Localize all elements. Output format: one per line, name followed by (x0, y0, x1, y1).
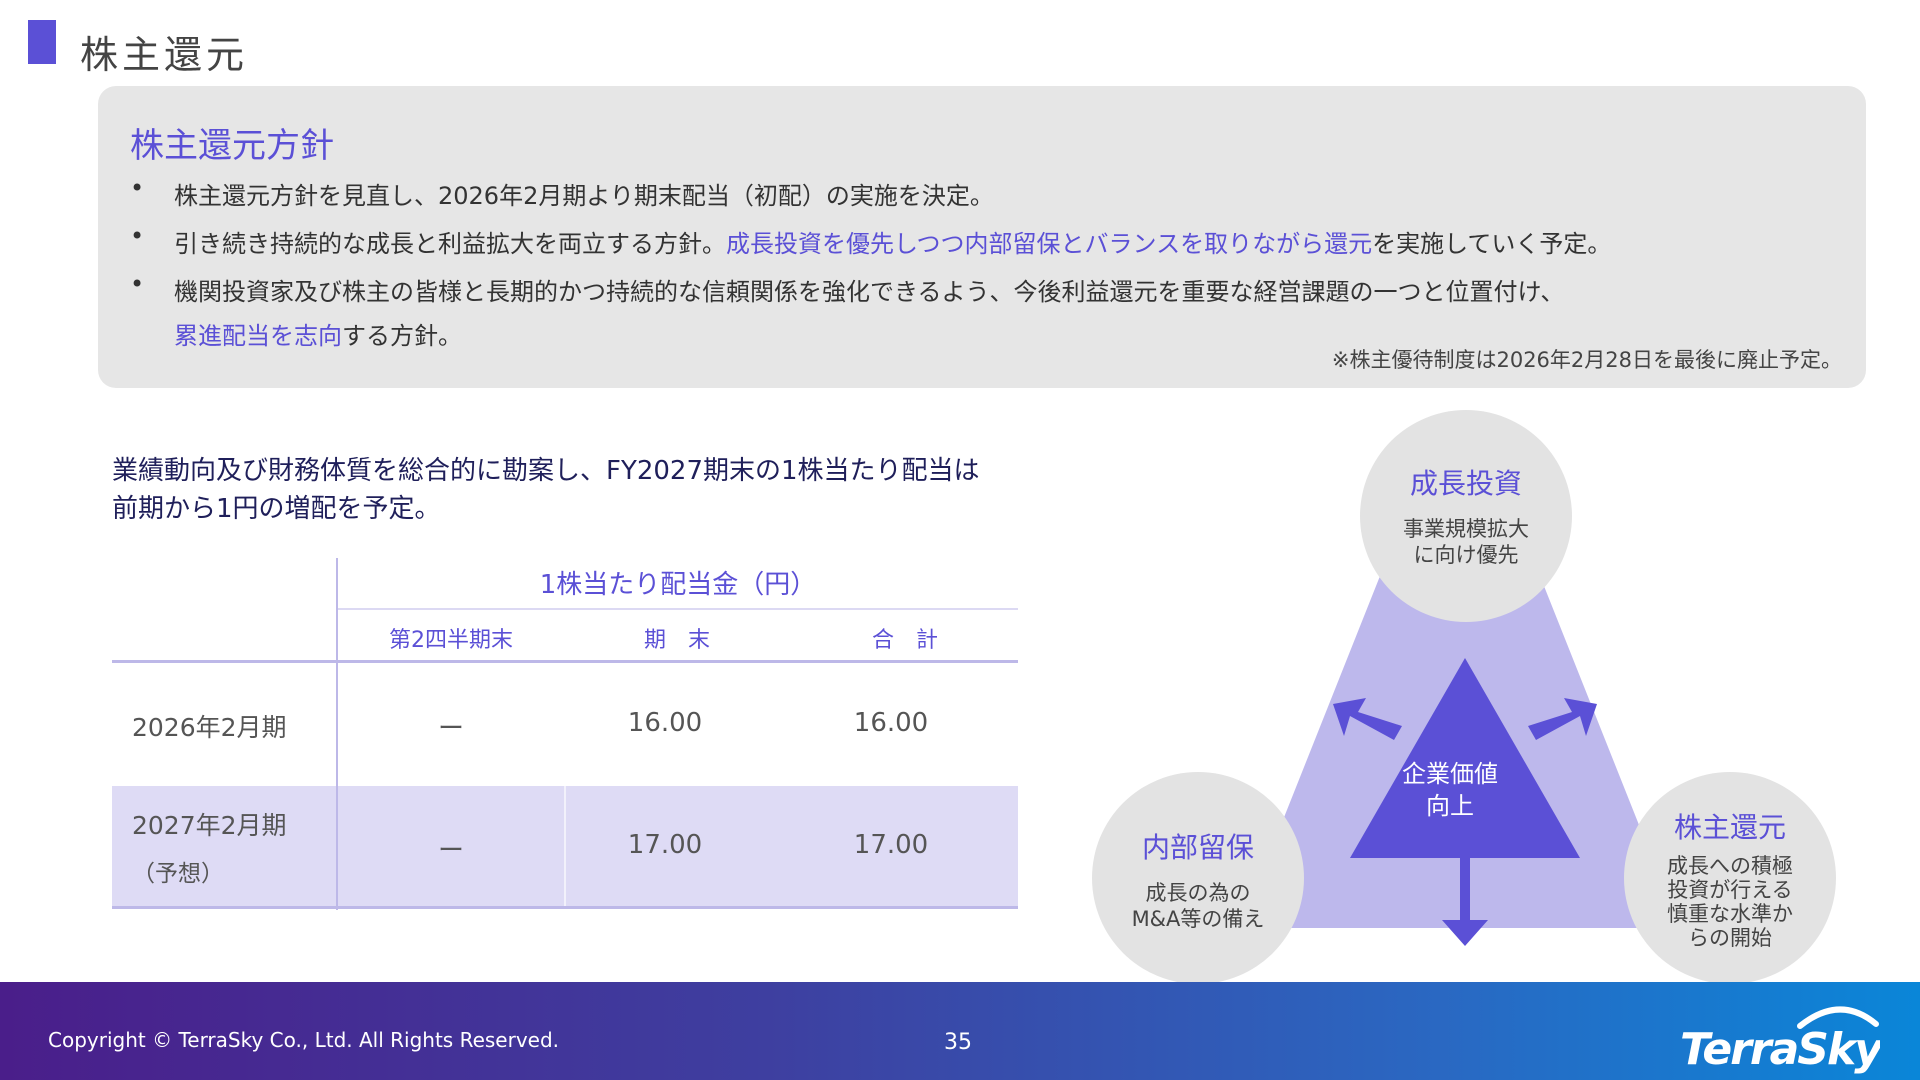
retained-earnings-circle: 内部留保 成長の為の M&A等の備え (1092, 772, 1304, 984)
circle-desc-line: 成長への積極 (1667, 854, 1793, 878)
circle-desc: 成長の為の M&A等の備え (1092, 880, 1304, 932)
summary-line: 業績動向及び財務体質を総合的に勘案し、FY2027期末の1株当たり配当は (112, 456, 980, 486)
bullet-text: 株主還元方針を見直し、2026年2月期より期末配当（初配）の実施を決定。 (174, 182, 994, 210)
policy-bullet-2: • 引き続き持続的な成長と利益拡大を両立する方針。成長投資を優先しつつ内部留保と… (130, 222, 1814, 266)
cell-q2: ー (437, 714, 464, 744)
circle-desc-line: 事業規模拡大 (1403, 517, 1529, 541)
circle-desc-line: 慎重な水準か (1667, 902, 1793, 926)
center-label: 企業価値 向上 (1390, 758, 1510, 822)
table-bottom-rule (112, 906, 1018, 909)
circle-title: 内部留保 (1141, 831, 1254, 864)
shareholder-return-circle: 株主還元 成長への積極 投資が行える 慎重な水準か らの開始 (1624, 772, 1836, 984)
row-sublabel-forecast: （予想） (132, 861, 224, 887)
page-title: 株主還元 (80, 33, 249, 77)
bullet-text-part: を実施していく予定。 (1372, 230, 1612, 258)
bullet-text: 引き続き持続的な成長と利益拡大を両立する方針。成長投資を優先しつつ内部留保とバラ… (174, 222, 1814, 266)
bullet-highlight: 成長投資を優先しつつ内部留保とバランスを取りながら還元 (726, 230, 1373, 258)
copyright-text: Copyright © TerraSky Co., Ltd. All Right… (48, 1028, 560, 1052)
policy-title: 株主還元方針 (130, 126, 334, 166)
circle-title: 株主還元 (1673, 811, 1786, 844)
title-accent-bar (28, 20, 56, 64)
cell-year-end: 16.00 (627, 708, 703, 738)
column-header-year-end: 期 末 (643, 628, 710, 653)
bullet-marker: • (130, 270, 145, 298)
terrasky-logo: TerraSky (1680, 1006, 1880, 1075)
page-number: 35 (944, 1030, 972, 1055)
circle-desc-line: らの開始 (1688, 926, 1772, 950)
bullet-text-part: 機関投資家及び株主の皆様と長期的かつ持続的な信頼関係を強化できるよう、今後利益還… (174, 278, 1565, 306)
cell-total: 17.00 (853, 830, 929, 860)
center-label-line: 企業価値 (1402, 760, 1498, 788)
circle-desc: 成長への積極 投資が行える 慎重な水準か らの開始 (1624, 854, 1836, 950)
dividend-table: 1株当たり配当金（円） 第2四半期末 期 末 合 計 2026年2月期 ー 16… (112, 558, 1018, 910)
header-rule (112, 660, 1018, 663)
circle-desc: 事業規模拡大 に向け優先 (1360, 516, 1572, 568)
group-header-rule (338, 608, 1018, 610)
column-header-total: 合 計 (871, 628, 938, 653)
circle-title: 成長投資 (1409, 467, 1522, 500)
abolition-note: ※株主優待制度は2026年2月28日を最後に廃止予定。 (1331, 348, 1842, 372)
bullet-highlight: 累進配当を志向 (174, 322, 342, 350)
summary-line: 前期から1円の増配を予定。 (112, 494, 441, 524)
circle-desc-line: M&A等の備え (1131, 907, 1265, 931)
footer-bar: Copyright © TerraSky Co., Ltd. All Right… (0, 982, 1920, 1080)
bullet-text-part: 引き続き持続的な成長と利益拡大を両立する方針。 (174, 230, 726, 258)
cell-total: 16.00 (853, 708, 929, 738)
circle-desc-line: に向け優先 (1413, 543, 1519, 567)
bullet-marker: • (130, 174, 145, 202)
column-header-q2: 第2四半期末 (389, 628, 513, 653)
policy-bullet-1: • 株主還元方針を見直し、2026年2月期より期末配当（初配）の実施を決定。 (130, 174, 1814, 218)
bullet-text-part: する方針。 (342, 322, 462, 350)
row-label-fy2026: 2026年2月期 (132, 713, 287, 742)
circle-desc-line: 投資が行える (1667, 878, 1793, 902)
bullet-marker: • (130, 222, 145, 250)
cell-q2: ー (437, 836, 464, 866)
row-label-fy2027: 2027年2月期 (132, 811, 287, 840)
center-label-line: 向上 (1426, 792, 1474, 820)
dividend-summary: 業績動向及び財務体質を総合的に勘案し、FY2027期末の1株当たり配当は 前期か… (112, 452, 1072, 528)
value-diagram: 企業価値 向上 成長投資 事業規模拡大 に向け優先 内部留保 成長の為の M&A… (1080, 400, 1860, 990)
logo-wordmark: TerraSky (1680, 1024, 1880, 1075)
cell-year-end: 17.00 (627, 830, 703, 860)
growth-investment-circle: 成長投資 事業規模拡大 に向け優先 (1360, 410, 1572, 622)
table-group-header: 1株当たり配当金（円） (539, 570, 817, 600)
circle-desc-line: 成長の為の (1145, 881, 1251, 905)
